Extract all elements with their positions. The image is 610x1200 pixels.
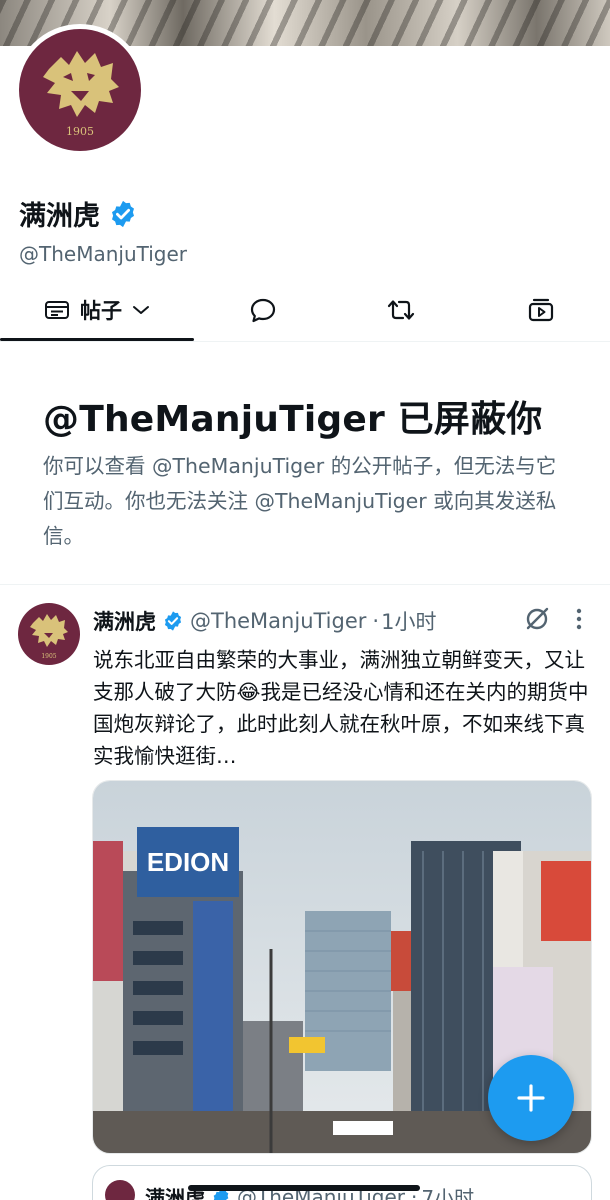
home-indicator xyxy=(188,1185,420,1191)
svg-text:EDION: EDION xyxy=(147,847,229,877)
reply-icon xyxy=(250,298,276,323)
more-options-icon[interactable] xyxy=(572,606,586,632)
post-avatar[interactable]: 1905 xyxy=(18,603,80,665)
tab-reposts[interactable] xyxy=(366,280,436,340)
post-author-name[interactable]: 满洲虎 xyxy=(93,606,156,636)
tiger-logo-icon: 1905 xyxy=(30,614,68,660)
tab-posts[interactable]: 帖子 xyxy=(0,280,194,341)
tiger-logo-icon: 1905 xyxy=(43,51,119,138)
quote-avatar xyxy=(105,1180,135,1200)
profile-handle: @TheManjuTiger xyxy=(19,242,187,266)
svg-text:1905: 1905 xyxy=(66,125,94,138)
profile-tabs: 帖子 xyxy=(0,280,610,342)
quote-timestamp: 7小时 xyxy=(421,1186,475,1200)
profile-avatar[interactable]: 1905 xyxy=(14,24,146,156)
blocked-title: @TheManjuTiger 已屏蔽你 xyxy=(43,399,543,440)
repost-icon xyxy=(387,300,415,320)
profile-name: 满洲虎 xyxy=(19,201,100,232)
posts-icon xyxy=(45,301,69,319)
divider xyxy=(0,584,610,585)
plus-icon xyxy=(517,1084,545,1112)
svg-text:1905: 1905 xyxy=(41,653,56,660)
grok-icon[interactable] xyxy=(524,606,550,632)
post-header: 满洲虎 @TheManjuTiger · 1小时 xyxy=(93,606,436,636)
profile-name-row: 满洲虎 xyxy=(19,194,138,233)
media-icon xyxy=(528,298,554,322)
post-timestamp[interactable]: 1小时 xyxy=(381,606,436,636)
verified-badge-icon xyxy=(164,611,182,631)
post-text: 说东北亚自由繁荣的大事业，满洲独立朝鲜变天，又让支那人破了大防😂我是已经没心情和… xyxy=(93,648,589,768)
tab-replies[interactable] xyxy=(228,280,298,340)
post-author-handle[interactable]: @TheManjuTiger xyxy=(190,609,366,633)
tab-media[interactable] xyxy=(506,280,576,340)
compose-button[interactable] xyxy=(488,1055,574,1141)
quoted-post[interactable]: 满洲虎 @TheManjuTiger · 7小时 xyxy=(92,1165,592,1200)
active-tab-indicator xyxy=(0,338,194,341)
post-separator: · xyxy=(372,609,380,633)
tab-posts-label: 帖子 xyxy=(80,299,122,323)
blocked-description: 你可以查看 @TheManjuTiger 的公开帖子，但无法与它们互动。你也无法… xyxy=(43,454,557,548)
chevron-down-icon xyxy=(133,306,149,314)
verified-badge-icon[interactable] xyxy=(108,199,138,229)
